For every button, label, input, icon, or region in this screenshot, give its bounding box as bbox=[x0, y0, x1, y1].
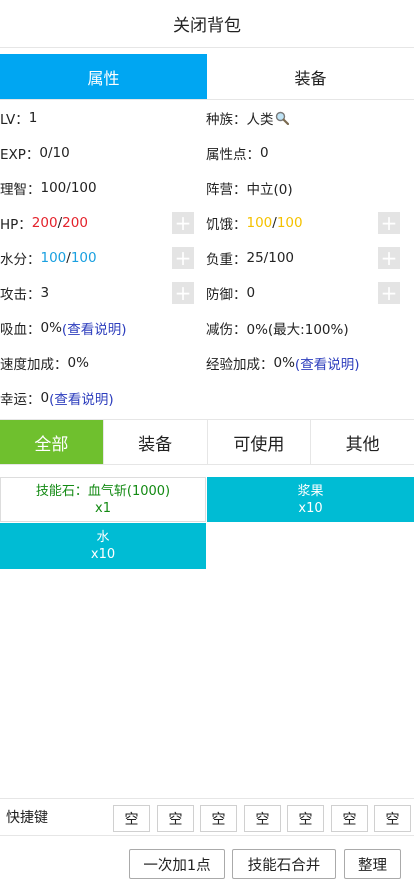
stat-hunger-current: 100 bbox=[246, 215, 273, 231]
stat-exp-bonus-value: 0% bbox=[273, 355, 295, 371]
stat-exp-bonus-label: 经验加成： bbox=[206, 357, 274, 373]
stat-speed-bonus-label: 速度加成： bbox=[0, 357, 68, 373]
stat-wisdom: 理智： 100/100 bbox=[0, 173, 97, 203]
stat-hp-label: HP： bbox=[0, 217, 32, 233]
item-name: 水 bbox=[96, 530, 110, 545]
stat-load: 负重： 25/100 bbox=[206, 243, 294, 273]
tab-attributes[interactable]: 属性 bbox=[0, 54, 207, 99]
stat-race: 种族： 人类 bbox=[206, 103, 289, 133]
stat-damage-reduction-label: 减伤： bbox=[206, 322, 247, 338]
stat-water-max: 100 bbox=[70, 250, 97, 266]
stat-attack-label: 攻击： bbox=[0, 287, 41, 303]
inventory-item-berry[interactable]: 浆果 x10 bbox=[207, 477, 414, 522]
stat-attack-value: 3 bbox=[40, 285, 50, 301]
stat-water-current: 100 bbox=[40, 250, 67, 266]
quickbar-slot-1[interactable]: 空 bbox=[113, 805, 150, 832]
inventory-item-water[interactable]: 水 x10 bbox=[0, 523, 206, 569]
stat-water-label: 水分： bbox=[0, 252, 41, 268]
stat-lv: LV： 1 bbox=[0, 103, 37, 133]
filter-usable[interactable]: 可使用 bbox=[208, 420, 312, 464]
stat-wisdom-value: 100/100 bbox=[40, 180, 97, 196]
stat-defense: 防御： 0 bbox=[206, 278, 255, 308]
stat-luck: 幸运： 0 (查看说明) bbox=[0, 383, 114, 413]
stat-attack: 攻击： 3 bbox=[0, 278, 49, 308]
add-defense-button[interactable]: + bbox=[378, 282, 400, 304]
add-one-point-button[interactable]: 一次加1点 bbox=[129, 849, 225, 879]
filter-all[interactable]: 全部 bbox=[0, 420, 104, 464]
stat-load-value: 25/100 bbox=[246, 250, 295, 266]
lifesteal-help-link[interactable]: (查看说明) bbox=[62, 318, 127, 338]
stat-lifesteal-label: 吸血： bbox=[0, 322, 41, 338]
page-title: 关闭背包 bbox=[173, 16, 241, 36]
close-backpack-button[interactable]: 关闭背包 bbox=[0, 0, 414, 48]
inventory-item-skill-stone[interactable]: 技能石：血气斩(1000) x1 bbox=[0, 477, 206, 522]
tab-equipment[interactable]: 装备 bbox=[207, 54, 414, 99]
stat-hp: HP： 200/200 bbox=[0, 208, 88, 238]
sort-button[interactable]: 整理 bbox=[344, 849, 401, 879]
search-icon[interactable] bbox=[275, 111, 289, 125]
stat-lifesteal: 吸血： 0% (查看说明) bbox=[0, 313, 126, 343]
stat-defense-label: 防御： bbox=[206, 287, 247, 303]
stat-water: 水分： 100/100 bbox=[0, 243, 97, 273]
filter-equipment[interactable]: 装备 bbox=[104, 420, 208, 464]
quickbar-slot-5[interactable]: 空 bbox=[287, 805, 324, 832]
stat-race-value: 人类 bbox=[246, 112, 274, 128]
stat-load-label: 负重： bbox=[206, 252, 247, 268]
quickbar-slot-6[interactable]: 空 bbox=[331, 805, 368, 832]
stat-luck-label: 幸运： bbox=[0, 392, 41, 408]
stat-attr-points-label: 属性点： bbox=[206, 147, 260, 163]
stat-attr-points-value: 0 bbox=[260, 145, 269, 161]
quickbar: 快捷键 空 空 空 空 空 空 空 bbox=[0, 798, 414, 836]
item-name: 技能石：血气斩(1000) bbox=[35, 483, 171, 499]
item-name: 浆果 bbox=[297, 483, 324, 499]
item-count: x10 bbox=[90, 547, 116, 562]
stat-camp: 阵营： 中立(0) bbox=[206, 173, 293, 203]
stat-hp-max: 200 bbox=[62, 215, 88, 231]
stat-hunger: 饥饿： 100/100 bbox=[206, 208, 303, 238]
stat-exp-bonus: 经验加成： 0% (查看说明) bbox=[206, 348, 359, 378]
filter-other[interactable]: 其他 bbox=[311, 420, 414, 464]
quickbar-label: 快捷键 bbox=[6, 810, 48, 826]
exp-bonus-help-link[interactable]: (查看说明) bbox=[295, 353, 360, 373]
merge-skill-stones-button[interactable]: 技能石合并 bbox=[232, 849, 336, 879]
stat-camp-label: 阵营： bbox=[206, 182, 247, 198]
add-hunger-button[interactable]: + bbox=[378, 212, 400, 234]
stat-speed-bonus-value: 0% bbox=[67, 355, 89, 371]
luck-help-link[interactable]: (查看说明) bbox=[49, 388, 114, 408]
quickbar-slot-3[interactable]: 空 bbox=[200, 805, 237, 832]
stat-camp-value: 中立(0) bbox=[246, 182, 293, 198]
stat-lv-label: LV： bbox=[0, 112, 29, 128]
stat-speed-bonus: 速度加成： 0% bbox=[0, 348, 89, 378]
backpack-tabs: 属性 装备 bbox=[0, 54, 414, 100]
stat-hp-current: 200 bbox=[31, 215, 58, 231]
item-count: x10 bbox=[298, 500, 323, 516]
stat-exp-value: 0/10 bbox=[39, 145, 70, 161]
stat-defense-value: 0 bbox=[246, 285, 256, 301]
stat-hunger-label: 饥饿： bbox=[206, 217, 247, 233]
stat-hunger-max: 100 bbox=[276, 215, 303, 231]
stat-lifesteal-value: 0% bbox=[40, 320, 62, 336]
add-load-button[interactable]: + bbox=[378, 247, 400, 269]
stat-attr-points: 属性点： 0 bbox=[206, 138, 269, 168]
add-attack-button[interactable]: + bbox=[172, 282, 194, 304]
stat-exp: EXP： 0/10 bbox=[0, 138, 70, 168]
stat-lv-value: 1 bbox=[28, 110, 38, 126]
stat-damage-reduction-value: 0%(最大:100%) bbox=[246, 322, 349, 338]
inventory-filters: 全部 装备 可使用 其他 bbox=[0, 419, 414, 465]
quickbar-slot-7[interactable]: 空 bbox=[374, 805, 411, 832]
stat-exp-label: EXP： bbox=[0, 147, 40, 163]
stat-damage-reduction: 减伤： 0%(最大:100%) bbox=[206, 313, 349, 343]
stat-wisdom-label: 理智： bbox=[0, 182, 41, 198]
add-hp-button[interactable]: + bbox=[172, 212, 194, 234]
stat-luck-value: 0 bbox=[40, 390, 50, 406]
stat-race-label: 种族： bbox=[206, 112, 247, 128]
item-count: x1 bbox=[95, 500, 111, 516]
quickbar-slot-4[interactable]: 空 bbox=[244, 805, 281, 832]
quickbar-slot-2[interactable]: 空 bbox=[157, 805, 194, 832]
add-water-button[interactable]: + bbox=[172, 247, 194, 269]
